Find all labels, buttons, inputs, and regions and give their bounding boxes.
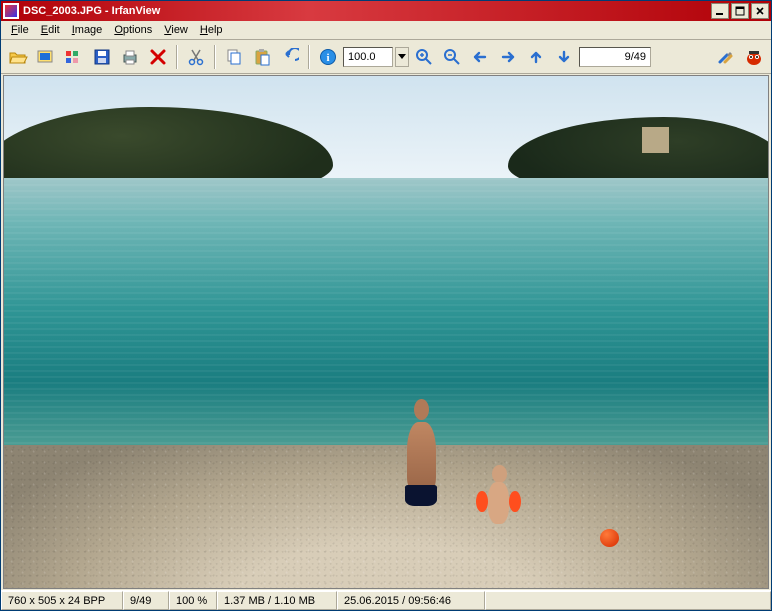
delete-button[interactable] [145, 44, 171, 70]
displayed-image [4, 76, 768, 588]
save-button[interactable] [89, 44, 115, 70]
zoom-in-button[interactable] [411, 44, 437, 70]
menu-view[interactable]: View [158, 23, 194, 37]
svg-text:i: i [326, 52, 329, 64]
toolbar-separator [308, 45, 310, 69]
menu-image[interactable]: Image [66, 23, 109, 37]
page-index-input[interactable] [579, 47, 651, 67]
status-spacer [485, 591, 771, 610]
status-bar: 760 x 505 x 24 BPP 9/49 100 % 1.37 MB / … [1, 590, 771, 610]
close-button[interactable] [751, 3, 769, 19]
open-button[interactable] [5, 44, 31, 70]
status-index: 9/49 [123, 591, 169, 610]
toolbar: i [1, 40, 771, 74]
settings-button[interactable] [713, 44, 739, 70]
thumbnails-button[interactable] [61, 44, 87, 70]
slideshow-button[interactable] [33, 44, 59, 70]
toolbar-separator [176, 45, 178, 69]
app-icon [3, 3, 19, 19]
zoom-out-button[interactable] [439, 44, 465, 70]
status-size: 1.37 MB / 1.10 MB [217, 591, 337, 610]
undo-button[interactable] [277, 44, 303, 70]
app-window: DSC_2003.JPG - IrfanView File Edit Image… [0, 0, 772, 611]
window-title: DSC_2003.JPG - IrfanView [23, 5, 709, 17]
status-datetime: 25.06.2015 / 09:56:46 [337, 591, 485, 610]
prev-button[interactable] [467, 44, 493, 70]
menu-options[interactable]: Options [108, 23, 158, 37]
status-zoom: 100 % [169, 591, 217, 610]
info-button[interactable]: i [315, 44, 341, 70]
copy-button[interactable] [221, 44, 247, 70]
image-viewport[interactable] [3, 75, 769, 589]
toolbar-separator [214, 45, 216, 69]
menu-help[interactable]: Help [194, 23, 229, 37]
minimize-button[interactable] [711, 3, 729, 19]
menu-edit[interactable]: Edit [35, 23, 66, 37]
paste-button[interactable] [249, 44, 275, 70]
zoom-dropdown[interactable] [395, 47, 409, 67]
maximize-button[interactable] [731, 3, 749, 19]
mascot-button[interactable] [741, 44, 767, 70]
next-button[interactable] [495, 44, 521, 70]
print-button[interactable] [117, 44, 143, 70]
menu-bar: File Edit Image Options View Help [1, 21, 771, 40]
title-bar[interactable]: DSC_2003.JPG - IrfanView [1, 1, 771, 21]
dir-down-button[interactable] [551, 44, 577, 70]
status-dimensions: 760 x 505 x 24 BPP [1, 591, 123, 610]
cut-button[interactable] [183, 44, 209, 70]
dir-up-button[interactable] [523, 44, 549, 70]
zoom-input[interactable] [343, 47, 393, 67]
menu-file[interactable]: File [5, 23, 35, 37]
